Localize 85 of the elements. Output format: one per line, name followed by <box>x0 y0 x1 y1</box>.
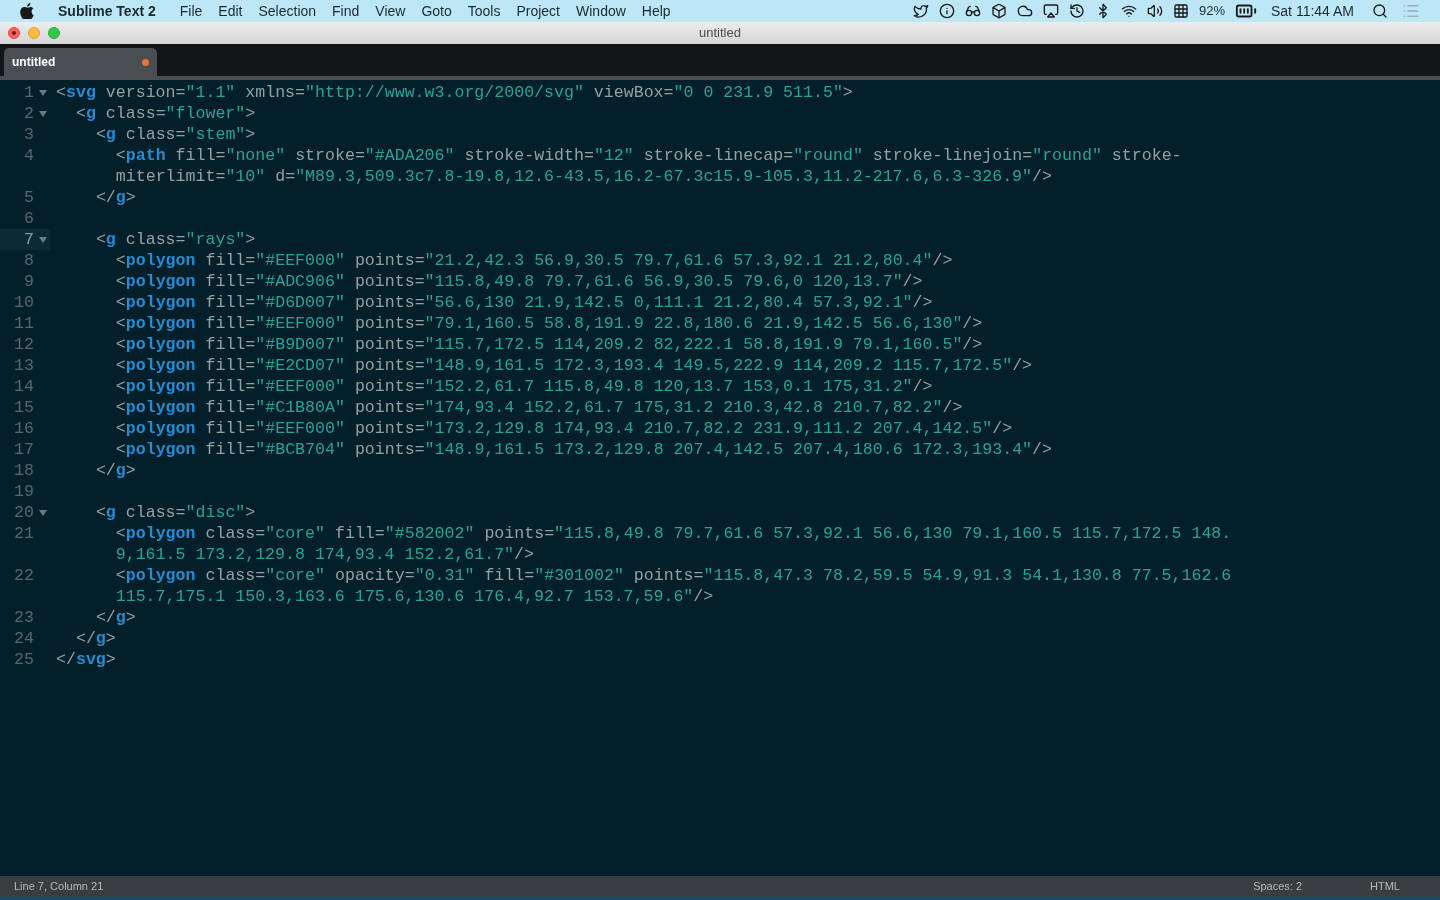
apple-logo-icon[interactable] <box>20 3 34 19</box>
menu-item[interactable]: Help <box>633 0 679 22</box>
line-number: 12 <box>13 334 34 355</box>
line-number: 17 <box>13 439 34 460</box>
indentation-setting[interactable]: Spaces: 2 <box>1253 878 1303 895</box>
line-number: 7 <box>23 229 34 250</box>
code-line: </svg> <box>56 649 116 670</box>
menu-item[interactable]: Window <box>568 0 634 22</box>
code-line: <polygon fill="#B9D007" points="115.7,172.5 114,209.2 82,222.1 58.8,191.9 79.1,160.5"/> <box>114 334 983 355</box>
bird-icon[interactable] <box>912 3 929 19</box>
code-line: <g class="stem"> <box>94 124 256 145</box>
volume-icon[interactable] <box>1146 3 1163 19</box>
code-line: <polygon fill="#C1B80A" points="174,93.4 152.2,61.7 175,31.2 210.3,42.8 210.7,82.2"/> <box>114 397 963 418</box>
code-line: <polygon fill="#ADC906" points="115.8,49.8 79.7,61.6 56.9,30.5 79.6,0 120,13.7"/> <box>114 271 923 292</box>
line-number: 4 <box>23 145 34 166</box>
info-icon[interactable] <box>938 3 955 19</box>
code-line: <polygon class="core" opacity="0.31" fill="#301002" points="115.8,47.3 78.2,59.5 54.9,91.3 54.1,130.8 77.5,162.6 <box>114 565 1232 586</box>
code-line: <svg version="1.1" xmlns="http://www.w3.org/2000/svg" viewBox="0 0 231.9 511.5"> <box>56 82 853 103</box>
wifi-icon[interactable] <box>1120 3 1137 19</box>
fold-arrow-icon[interactable] <box>39 509 47 516</box>
code-line: <polygon class="core" fill="#582002" points="115.8,49.8 79.7,61.6 57.3,92.1 56.6,130 79.1,160.5 115.7,172.5 148. <box>114 523 1232 544</box>
line-number: 23 <box>13 607 34 628</box>
code-line: <polygon fill="#EEF000" points="79.1,160.5 58.8,191.9 22.8,180.6 21.9,142.5 56.6,130"/> <box>114 313 983 334</box>
close-button[interactable] <box>8 27 20 39</box>
menu-item[interactable]: Tools <box>459 0 509 22</box>
line-number: 5 <box>23 187 34 208</box>
code-line: </g> <box>94 187 136 208</box>
code-line: <g class="disc"> <box>94 502 256 523</box>
menu-item[interactable]: View <box>367 0 414 22</box>
clock[interactable]: Sat 11:44 AM <box>1271 0 1354 22</box>
line-number: 6 <box>23 208 34 229</box>
fold-arrow-icon[interactable] <box>39 110 47 117</box>
menu-item[interactable]: Selection <box>250 0 325 22</box>
line-number: 9 <box>23 271 34 292</box>
menu-item[interactable]: Edit <box>210 0 251 22</box>
cloud-icon[interactable] <box>1016 3 1033 19</box>
code-line: <path fill="none" stroke="#ADA206" stroke-width="12" stroke-linecap="round" stroke-linejoin="round" stroke- <box>114 145 1182 166</box>
code-line: 115.7,175.1 150.3,163.6 175.6,130.6 176.4,92.7 153.7,59.6"/> <box>114 586 714 607</box>
line-number: 15 <box>13 397 34 418</box>
code-line: <polygon fill="#EEF000" points="173.2,129.8 174,93.4 210.7,82.2 231.9,111.2 207.4,142.5"/> <box>114 418 1013 439</box>
code-line: miterlimit="10" d="M89.3,509.3c7.8-19.8,12.6-43.5,16.2-67.3c15.9-105.3,11.2-217.6,6.3-326.9"/> <box>114 166 1052 187</box>
fold-arrow-icon[interactable] <box>39 89 47 96</box>
cube-icon[interactable] <box>990 3 1007 19</box>
glasses-icon[interactable] <box>964 3 981 19</box>
menu-item[interactable]: Find <box>324 0 368 22</box>
menu-item[interactable]: Goto <box>413 0 460 22</box>
code-line: <polygon fill="#BCB704" points="148.9,161.5 173.2,129.8 207.4,142.5 207.4,180.6 172.3,193.4"/> <box>114 439 1052 460</box>
code-line: <polygon fill="#E2CD07" points="148.9,161.5 172.3,193.4 149.5,222.9 114,209.2 115.7,172.5"/> <box>114 355 1033 376</box>
search-icon[interactable] <box>1372 3 1388 19</box>
line-number: 14 <box>13 376 34 397</box>
fold-arrow-icon[interactable] <box>39 236 47 243</box>
line-number: 24 <box>13 628 34 649</box>
line-number: 18 <box>13 460 34 481</box>
menu-item[interactable]: File <box>171 0 211 22</box>
code-line: <polygon fill="#EEF000" points="152.2,61.7 115.8,49.8 120,13.7 153,0.1 175,31.2"/> <box>114 376 933 397</box>
menu-item[interactable]: Project <box>508 0 568 22</box>
code-line: <polygon fill="#D6D007" points="56.6,130 21.9,142.5 0,111.1 21.2,80.4 57.3,92.1"/> <box>114 292 933 313</box>
line-number: 22 <box>13 565 34 586</box>
line-number: 16 <box>13 418 34 439</box>
line-number: 20 <box>13 502 34 523</box>
window-title: untitled <box>699 24 741 43</box>
cursor-position: Line 7, Column 21 <box>14 879 104 895</box>
code-line: <g class="rays"> <box>94 229 256 250</box>
line-number: 1 <box>23 82 34 103</box>
code-line: 9,161.5 173.2,129.8 174,93.4 152.2,61.7"/> <box>114 544 534 565</box>
app-name[interactable]: Sublime Text 2 <box>58 0 156 22</box>
code-line: <g class="flower"> <box>74 103 256 124</box>
line-number: 11 <box>13 313 34 334</box>
code-line: <polygon fill="#EEF000" points="21.2,42.3 56.9,30.5 79.7,61.6 57.3,92.1 21.2,80.4"/> <box>114 250 953 271</box>
line-number: 8 <box>23 250 34 271</box>
code-line: </g> <box>94 607 136 628</box>
line-number: 10 <box>13 292 34 313</box>
line-number: 2 <box>23 103 34 124</box>
clock-history-icon[interactable] <box>1068 3 1085 19</box>
editor-tab[interactable]: untitled <box>4 48 157 76</box>
line-number: 21 <box>13 523 34 544</box>
line-number: 25 <box>13 649 34 670</box>
airplay-icon[interactable] <box>1042 3 1059 19</box>
battery-percent: 92% <box>1198 2 1225 21</box>
syntax-mode[interactable]: HTML <box>1370 878 1400 895</box>
line-number: 3 <box>23 124 34 145</box>
code-line: </g> <box>94 460 136 481</box>
code-line: </g> <box>74 628 116 649</box>
line-number: 19 <box>13 481 34 502</box>
line-number: 13 <box>13 355 34 376</box>
